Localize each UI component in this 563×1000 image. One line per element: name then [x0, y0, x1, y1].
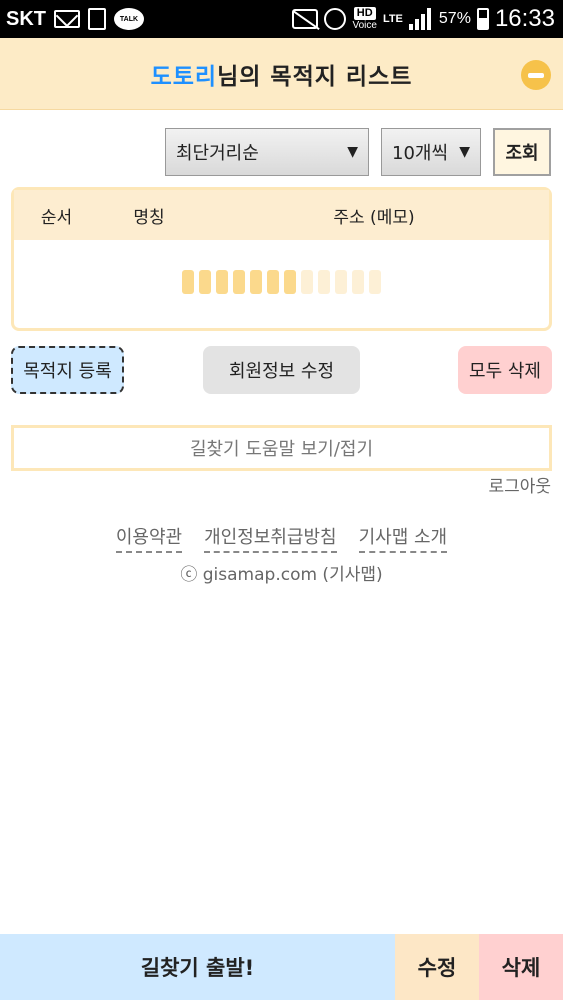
- chevron-down-icon: ▼: [347, 144, 358, 160]
- hd-label: HD: [353, 7, 376, 20]
- title-suffix: 님의 목적지 리스트: [217, 63, 413, 90]
- loader-segment: [335, 270, 347, 294]
- column-name: 명칭: [133, 207, 165, 228]
- voice-label: Voice: [352, 20, 377, 31]
- lte-label: LTE: [382, 12, 403, 25]
- delete-button[interactable]: 삭제: [479, 934, 563, 1000]
- loader-segment: [250, 270, 262, 294]
- edit-button[interactable]: 수정: [395, 934, 479, 1000]
- terms-link[interactable]: 이용약관: [115, 523, 183, 553]
- count-select[interactable]: 10개씩 ▼: [381, 128, 481, 176]
- start-navigation-button[interactable]: 길찾기 출발!: [0, 934, 395, 1000]
- loader-segment: [182, 270, 194, 294]
- loading-indicator: [182, 270, 381, 294]
- page-header: 도토리님의 목적지 리스트: [0, 38, 563, 110]
- download-icon: [88, 8, 106, 30]
- column-order: 순서: [40, 207, 73, 228]
- minus-icon[interactable]: [521, 60, 551, 90]
- battery-icon: [476, 8, 489, 30]
- loader-segment: [233, 270, 245, 294]
- register-destination-button[interactable]: 목적지 등록: [11, 346, 124, 394]
- delete-all-button[interactable]: 모두 삭제: [458, 346, 552, 394]
- privacy-link[interactable]: 개인정보취급방침: [204, 523, 337, 553]
- help-toggle[interactable]: 길찾기 도움말 보기/접기: [11, 425, 552, 471]
- signal-icon: [408, 8, 433, 30]
- loader-segment: [352, 270, 364, 294]
- loader-segment: [284, 270, 296, 294]
- column-address: 주소 (메모): [333, 207, 415, 228]
- battery-percent: 57%: [438, 10, 471, 27]
- loader-segment: [216, 270, 228, 294]
- table-header: 순서 명칭 주소 (메모): [14, 190, 549, 240]
- mail-icon: [54, 10, 80, 28]
- user-name: 도토리: [150, 63, 218, 90]
- loader-segment: [318, 270, 330, 294]
- sort-select[interactable]: 최단거리순 ▼: [165, 128, 369, 176]
- page-title: 도토리님의 목적지 리스트: [151, 57, 413, 91]
- logout-link[interactable]: 로그아웃: [488, 472, 551, 497]
- count-select-value: 10개씩: [392, 143, 449, 164]
- loader-segment: [301, 270, 313, 294]
- talk-badge: TALK: [119, 15, 139, 23]
- bottom-action-bar: 길찾기 출발! 수정 삭제: [0, 934, 563, 1000]
- query-button[interactable]: 조회: [493, 128, 551, 176]
- loader-segment: [369, 270, 381, 294]
- clock: 16:33: [494, 5, 555, 32]
- copyright: ⓒ gisamap.com (기사맵): [180, 565, 383, 585]
- footer-links: 이용약관 개인정보취급방침 기사맵 소개: [0, 523, 563, 553]
- loader-segment: [267, 270, 279, 294]
- alarm-icon: [324, 8, 347, 30]
- mute-icon: [292, 9, 319, 29]
- about-link[interactable]: 기사맵 소개: [358, 523, 448, 553]
- carrier-label: SKT: [6, 7, 46, 30]
- status-bar: SKT TALK HD Voice LTE 57% 16:33: [0, 0, 563, 38]
- talk-icon: TALK: [114, 8, 144, 30]
- destination-table: 순서 명칭 주소 (메모): [11, 187, 552, 331]
- list-controls: 최단거리순 ▼ 10개씩 ▼ 조회: [165, 128, 551, 176]
- hd-voice-badge: HD Voice: [352, 7, 377, 31]
- edit-member-button[interactable]: 회원정보 수정: [203, 346, 360, 394]
- sort-select-value: 최단거리순: [176, 143, 259, 164]
- loader-segment: [199, 270, 211, 294]
- chevron-down-icon: ▼: [459, 144, 470, 160]
